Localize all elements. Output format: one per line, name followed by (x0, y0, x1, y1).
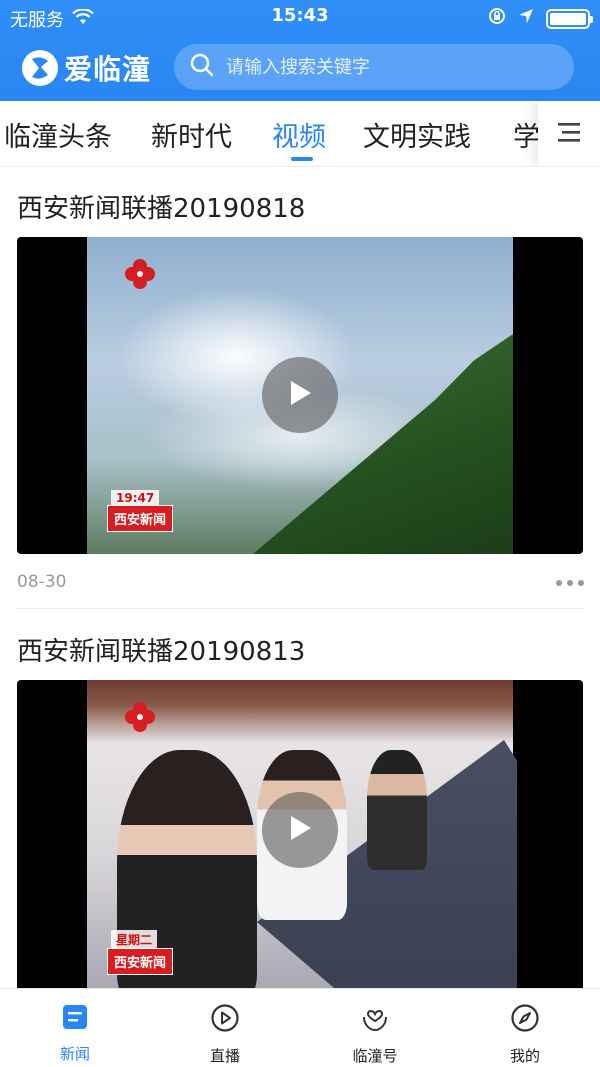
logo-mark-icon (22, 50, 58, 86)
app-header: 无服务 15:43 爱临潼 (0, 0, 600, 101)
compass-icon (510, 1003, 540, 1037)
hamburger-icon (556, 121, 582, 147)
overlay-weekday: 星期二 (111, 930, 158, 949)
overlay-time: 19:47 (111, 490, 160, 506)
rotation-lock-icon (488, 7, 506, 30)
divider (17, 608, 583, 609)
station-logo-icon (125, 259, 155, 289)
overlay-station: 西安新闻 (107, 505, 174, 532)
station-logo-icon (125, 702, 155, 732)
nav-label: 临潼号 (352, 1047, 398, 1065)
tab-study[interactable]: 学 (513, 115, 540, 154)
nav-lintong-account[interactable]: 临潼号 (300, 989, 450, 1067)
app-logo[interactable]: 爱临潼 (22, 48, 151, 88)
heart-hands-icon (360, 1003, 390, 1037)
play-button[interactable] (262, 792, 338, 868)
tab-new-era[interactable]: 新时代 (151, 115, 232, 154)
active-tab-indicator (291, 157, 313, 161)
nav-label: 直播 (209, 1047, 240, 1065)
video-title[interactable]: 西安新闻联播20190813 (17, 631, 305, 668)
logo-text: 爱临潼 (64, 53, 152, 86)
overlay-station: 西安新闻 (107, 948, 174, 975)
video-date: 08-30 (17, 572, 67, 592)
video-player[interactable]: 星期二 西安新闻 (17, 680, 583, 988)
play-icon (287, 814, 313, 846)
nav-live[interactable]: 直播 (150, 989, 300, 1067)
app-bar: 爱临潼 (0, 40, 600, 98)
bottom-navigation: 新闻 直播 临潼号 我的 (0, 988, 600, 1067)
news-icon (61, 1003, 89, 1035)
video-title[interactable]: 西安新闻联播20190818 (17, 188, 305, 225)
play-circle-icon (210, 1003, 240, 1037)
nav-label: 新闻 (59, 1045, 90, 1063)
tab-civilization[interactable]: 文明实践 (363, 115, 471, 154)
play-button[interactable] (262, 357, 338, 433)
location-arrow-icon (518, 8, 534, 29)
tab-menu-button[interactable] (538, 101, 600, 166)
nav-mine[interactable]: 我的 (450, 989, 600, 1067)
status-bar: 无服务 15:43 (0, 0, 600, 34)
nav-label: 我的 (509, 1047, 540, 1065)
more-options-button[interactable] (556, 580, 584, 586)
play-icon (287, 379, 313, 411)
tab-video[interactable]: 视频 (272, 115, 326, 154)
category-tabs: 临潼头条 新时代 视频 文明实践 学 (0, 101, 600, 167)
search-input[interactable] (226, 56, 546, 78)
search-bar[interactable] (174, 44, 574, 90)
video-player[interactable]: 19:47 西安新闻 (17, 237, 583, 554)
video-feed: 西安新闻联播20190818 19:47 西安新闻 08-30 西安新闻联播20 (0, 168, 600, 988)
tab-headlines[interactable]: 临潼头条 (4, 115, 112, 154)
search-icon (190, 53, 214, 81)
battery-icon (546, 8, 593, 29)
nav-news[interactable]: 新闻 (0, 989, 150, 1067)
